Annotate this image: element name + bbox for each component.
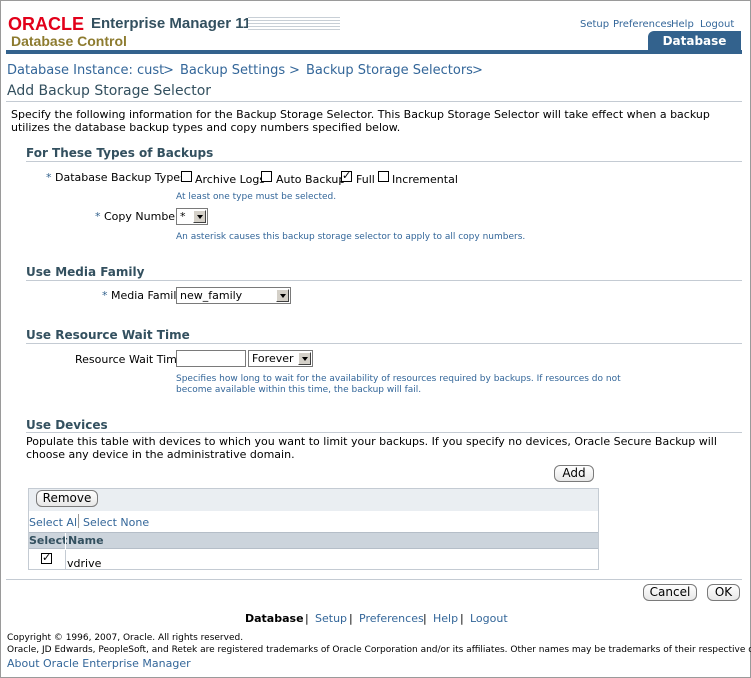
section-divider bbox=[26, 432, 742, 433]
wait-time-unit-select[interactable]: Forever bbox=[248, 350, 313, 367]
footer-separator: | bbox=[349, 612, 353, 625]
media-family-select[interactable]: new_family bbox=[176, 287, 291, 304]
checkbox-archive-logs[interactable] bbox=[181, 171, 192, 182]
backup-types-hint: At least one type must be selected. bbox=[176, 192, 337, 202]
devices-table-toolbar bbox=[29, 489, 598, 511]
media-family-label: * Media Family bbox=[102, 289, 183, 302]
product-subtitle: Database Control bbox=[11, 33, 127, 49]
section-heading-wait-time: Use Resource Wait Time bbox=[26, 328, 190, 342]
page-title: Add Backup Storage Selector bbox=[7, 83, 212, 99]
wait-time-hint-line2: become available within this time, the b… bbox=[176, 385, 422, 395]
header-link-setup[interactable]: Setup bbox=[580, 19, 609, 30]
chevron-down-icon bbox=[193, 210, 206, 223]
header-link-preferences[interactable]: Preferences bbox=[613, 19, 672, 30]
required-icon: * bbox=[95, 210, 101, 223]
column-header-select: Select bbox=[29, 534, 68, 547]
breadcrumb-separator: > bbox=[472, 63, 483, 78]
header-link-help[interactable]: Help bbox=[671, 19, 694, 30]
footer-separator: | bbox=[423, 612, 427, 625]
section-divider bbox=[26, 280, 742, 281]
about-link[interactable]: About Oracle Enterprise Manager bbox=[7, 657, 191, 670]
oracle-logo: ORACLE bbox=[8, 14, 84, 34]
breadcrumb-storage-selectors[interactable]: Backup Storage Selectors bbox=[306, 63, 473, 78]
footer-link-database[interactable]: Database bbox=[245, 612, 304, 625]
wait-time-label: Resource Wait Time bbox=[75, 353, 184, 366]
table-header bbox=[29, 532, 598, 549]
row-select-checkbox[interactable] bbox=[41, 551, 52, 564]
footer-link-help[interactable]: Help bbox=[433, 612, 458, 625]
cancel-button[interactable]: Cancel bbox=[643, 584, 697, 601]
remove-device-button[interactable]: Remove bbox=[36, 490, 98, 507]
copyright-text: Copyright © 1996, 2007, Oracle. All righ… bbox=[7, 633, 244, 643]
required-icon: * bbox=[102, 289, 108, 302]
chevron-down-icon bbox=[276, 289, 289, 302]
label-auto-backup: Auto Backup bbox=[276, 173, 346, 186]
section-heading-devices: Use Devices bbox=[26, 418, 108, 432]
footer-separator: | bbox=[305, 612, 309, 625]
column-divider bbox=[65, 550, 66, 570]
page-description: Specify the following information for th… bbox=[11, 108, 710, 134]
label-incremental: Incremental bbox=[392, 173, 458, 186]
device-name-cell: vdrive bbox=[67, 557, 102, 570]
copy-number-hint: An asterisk causes this backup storage s… bbox=[176, 232, 526, 242]
breadcrumb-separator: > bbox=[163, 63, 174, 78]
chevron-down-icon bbox=[298, 352, 311, 365]
breadcrumb-backup-settings[interactable]: Backup Settings bbox=[180, 63, 285, 78]
copy-number-select[interactable]: * bbox=[176, 208, 208, 225]
header-bar bbox=[6, 50, 742, 54]
header-link-logout[interactable]: Logout bbox=[700, 19, 734, 30]
section-heading-media-family: Use Media Family bbox=[26, 265, 145, 279]
tab-database[interactable]: Database bbox=[648, 31, 741, 51]
select-none-link[interactable]: Select None bbox=[83, 516, 149, 529]
wait-time-input[interactable] bbox=[176, 350, 246, 367]
section-heading-backup-types: For These Types of Backups bbox=[26, 146, 214, 160]
copy-number-label: * Copy Number bbox=[95, 210, 180, 223]
select-all-link[interactable]: Select All bbox=[29, 516, 80, 529]
footer-link-logout[interactable]: Logout bbox=[470, 612, 508, 625]
add-device-button[interactable]: Add bbox=[554, 465, 594, 482]
section-divider bbox=[26, 161, 742, 162]
breadcrumb-separator: > bbox=[289, 63, 300, 78]
required-icon: * bbox=[46, 171, 52, 184]
backup-types-label: * Database Backup Types bbox=[46, 171, 186, 184]
checkbox-full[interactable] bbox=[341, 169, 352, 182]
link-divider bbox=[78, 514, 79, 528]
ok-button[interactable]: OK bbox=[707, 584, 740, 601]
trademark-text: Oracle, JD Edwards, PeopleSoft, and Rete… bbox=[7, 645, 751, 655]
devices-description: Populate this table with devices to whic… bbox=[26, 435, 717, 461]
label-full: Full bbox=[356, 173, 375, 186]
title-divider bbox=[6, 101, 742, 102]
footer-link-preferences[interactable]: Preferences bbox=[359, 612, 424, 625]
checkbox-auto-backup[interactable] bbox=[261, 171, 272, 182]
actions-divider bbox=[6, 579, 742, 580]
checkbox-incremental[interactable] bbox=[378, 171, 389, 182]
label-archive-logs: Archive Logs bbox=[195, 173, 266, 186]
column-header-name[interactable]: Name bbox=[68, 534, 104, 547]
column-divider bbox=[65, 533, 66, 549]
footer-link-setup[interactable]: Setup bbox=[315, 612, 347, 625]
logo-stripes bbox=[248, 17, 340, 31]
product-name: Enterprise Manager 11g bbox=[91, 15, 260, 32]
footer-separator: | bbox=[460, 612, 464, 625]
section-divider bbox=[26, 343, 742, 344]
wait-time-hint-line1: Specifies how long to wait for the avail… bbox=[176, 374, 621, 384]
breadcrumb-database-instance[interactable]: Database Instance: cust bbox=[7, 63, 164, 78]
